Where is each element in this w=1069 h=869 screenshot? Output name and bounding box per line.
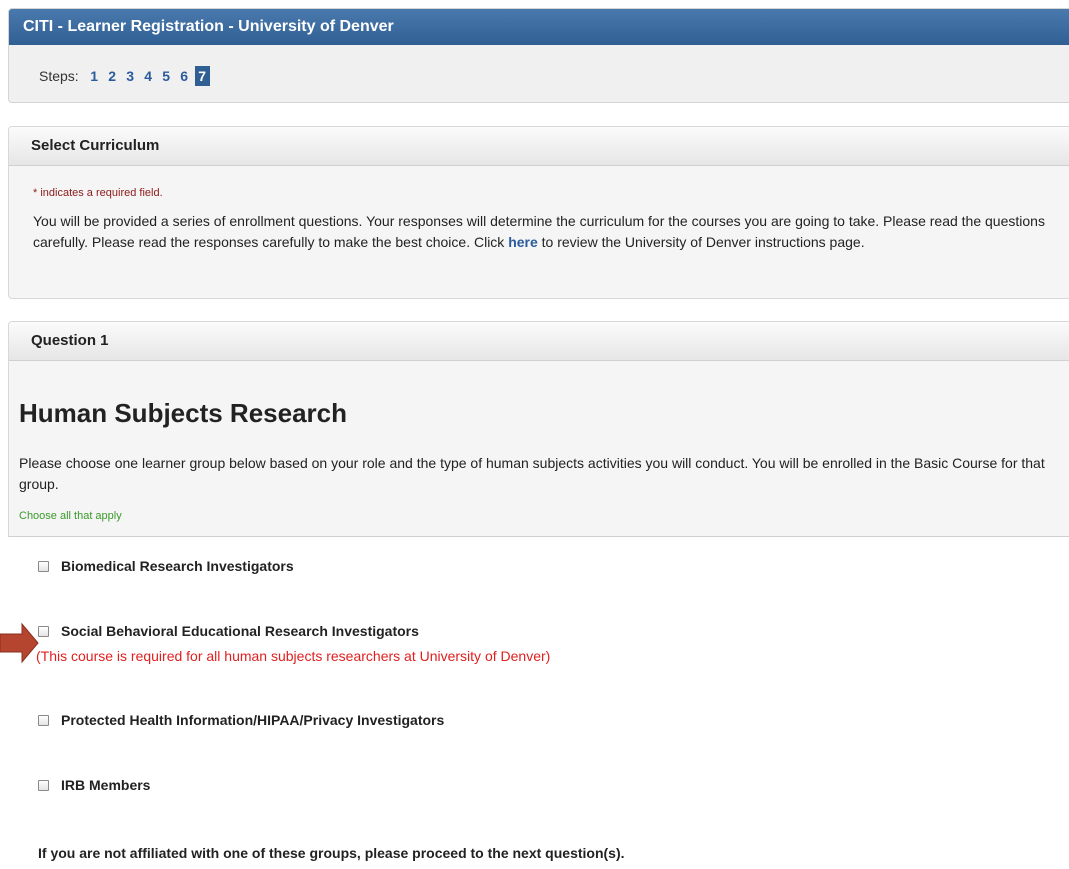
option-biomedical[interactable]: Biomedical Research Investigators <box>38 558 294 574</box>
question-description: Please choose one learner group below ba… <box>19 455 1045 492</box>
step-7-current: 7 <box>194 66 210 86</box>
checkbox[interactable] <box>38 714 49 726</box>
option-label: Protected Health Information/HIPAA/Priva… <box>61 712 445 728</box>
question-panel: Question 1 Human Subjects Research Pleas… <box>8 321 1069 537</box>
step-3[interactable]: 3 <box>123 66 138 86</box>
step-6[interactable]: 6 <box>177 66 192 86</box>
checkbox[interactable] <box>38 779 49 791</box>
question-label: Question 1 <box>9 322 1069 361</box>
option-irb-members[interactable]: IRB Members <box>38 777 150 793</box>
select-curriculum-panel: Select Curriculum * indicates a required… <box>8 126 1069 299</box>
step-2[interactable]: 2 <box>105 66 120 86</box>
required-course-note: (This course is required for all human s… <box>36 648 551 664</box>
option-label: Social Behavioral Educational Research I… <box>61 623 419 639</box>
registration-header-panel: CITI - Learner Registration - University… <box>8 8 1069 103</box>
intro-text-end: to review the University of Denver instr… <box>537 234 865 250</box>
option-phi-hipaa[interactable]: Protected Health Information/HIPAA/Priva… <box>38 712 444 728</box>
step-4[interactable]: 4 <box>141 66 156 86</box>
footer-note: If you are not affiliated with one of th… <box>38 845 625 861</box>
step-5[interactable]: 5 <box>159 66 174 86</box>
option-social-behavioral[interactable]: Social Behavioral Educational Research I… <box>38 623 419 639</box>
required-field-note: * indicates a required field. <box>33 187 163 199</box>
page-title: CITI - Learner Registration - University… <box>9 9 1069 45</box>
question-heading: Human Subjects Research <box>19 398 348 428</box>
steps-nav: Steps: 1 2 3 4 5 6 7 <box>39 66 213 86</box>
instructions-link[interactable]: here <box>508 234 538 250</box>
section-heading: Select Curriculum <box>9 127 1069 166</box>
intro-text: You will be provided a series of enrollm… <box>33 211 1063 253</box>
checkbox[interactable] <box>38 560 49 572</box>
choose-all-note: Choose all that apply <box>19 510 122 522</box>
right-arrow-icon <box>0 622 39 664</box>
steps-label: Steps: <box>39 68 79 84</box>
option-label: IRB Members <box>61 777 151 793</box>
step-1[interactable]: 1 <box>87 66 102 86</box>
option-label: Biomedical Research Investigators <box>61 558 294 574</box>
